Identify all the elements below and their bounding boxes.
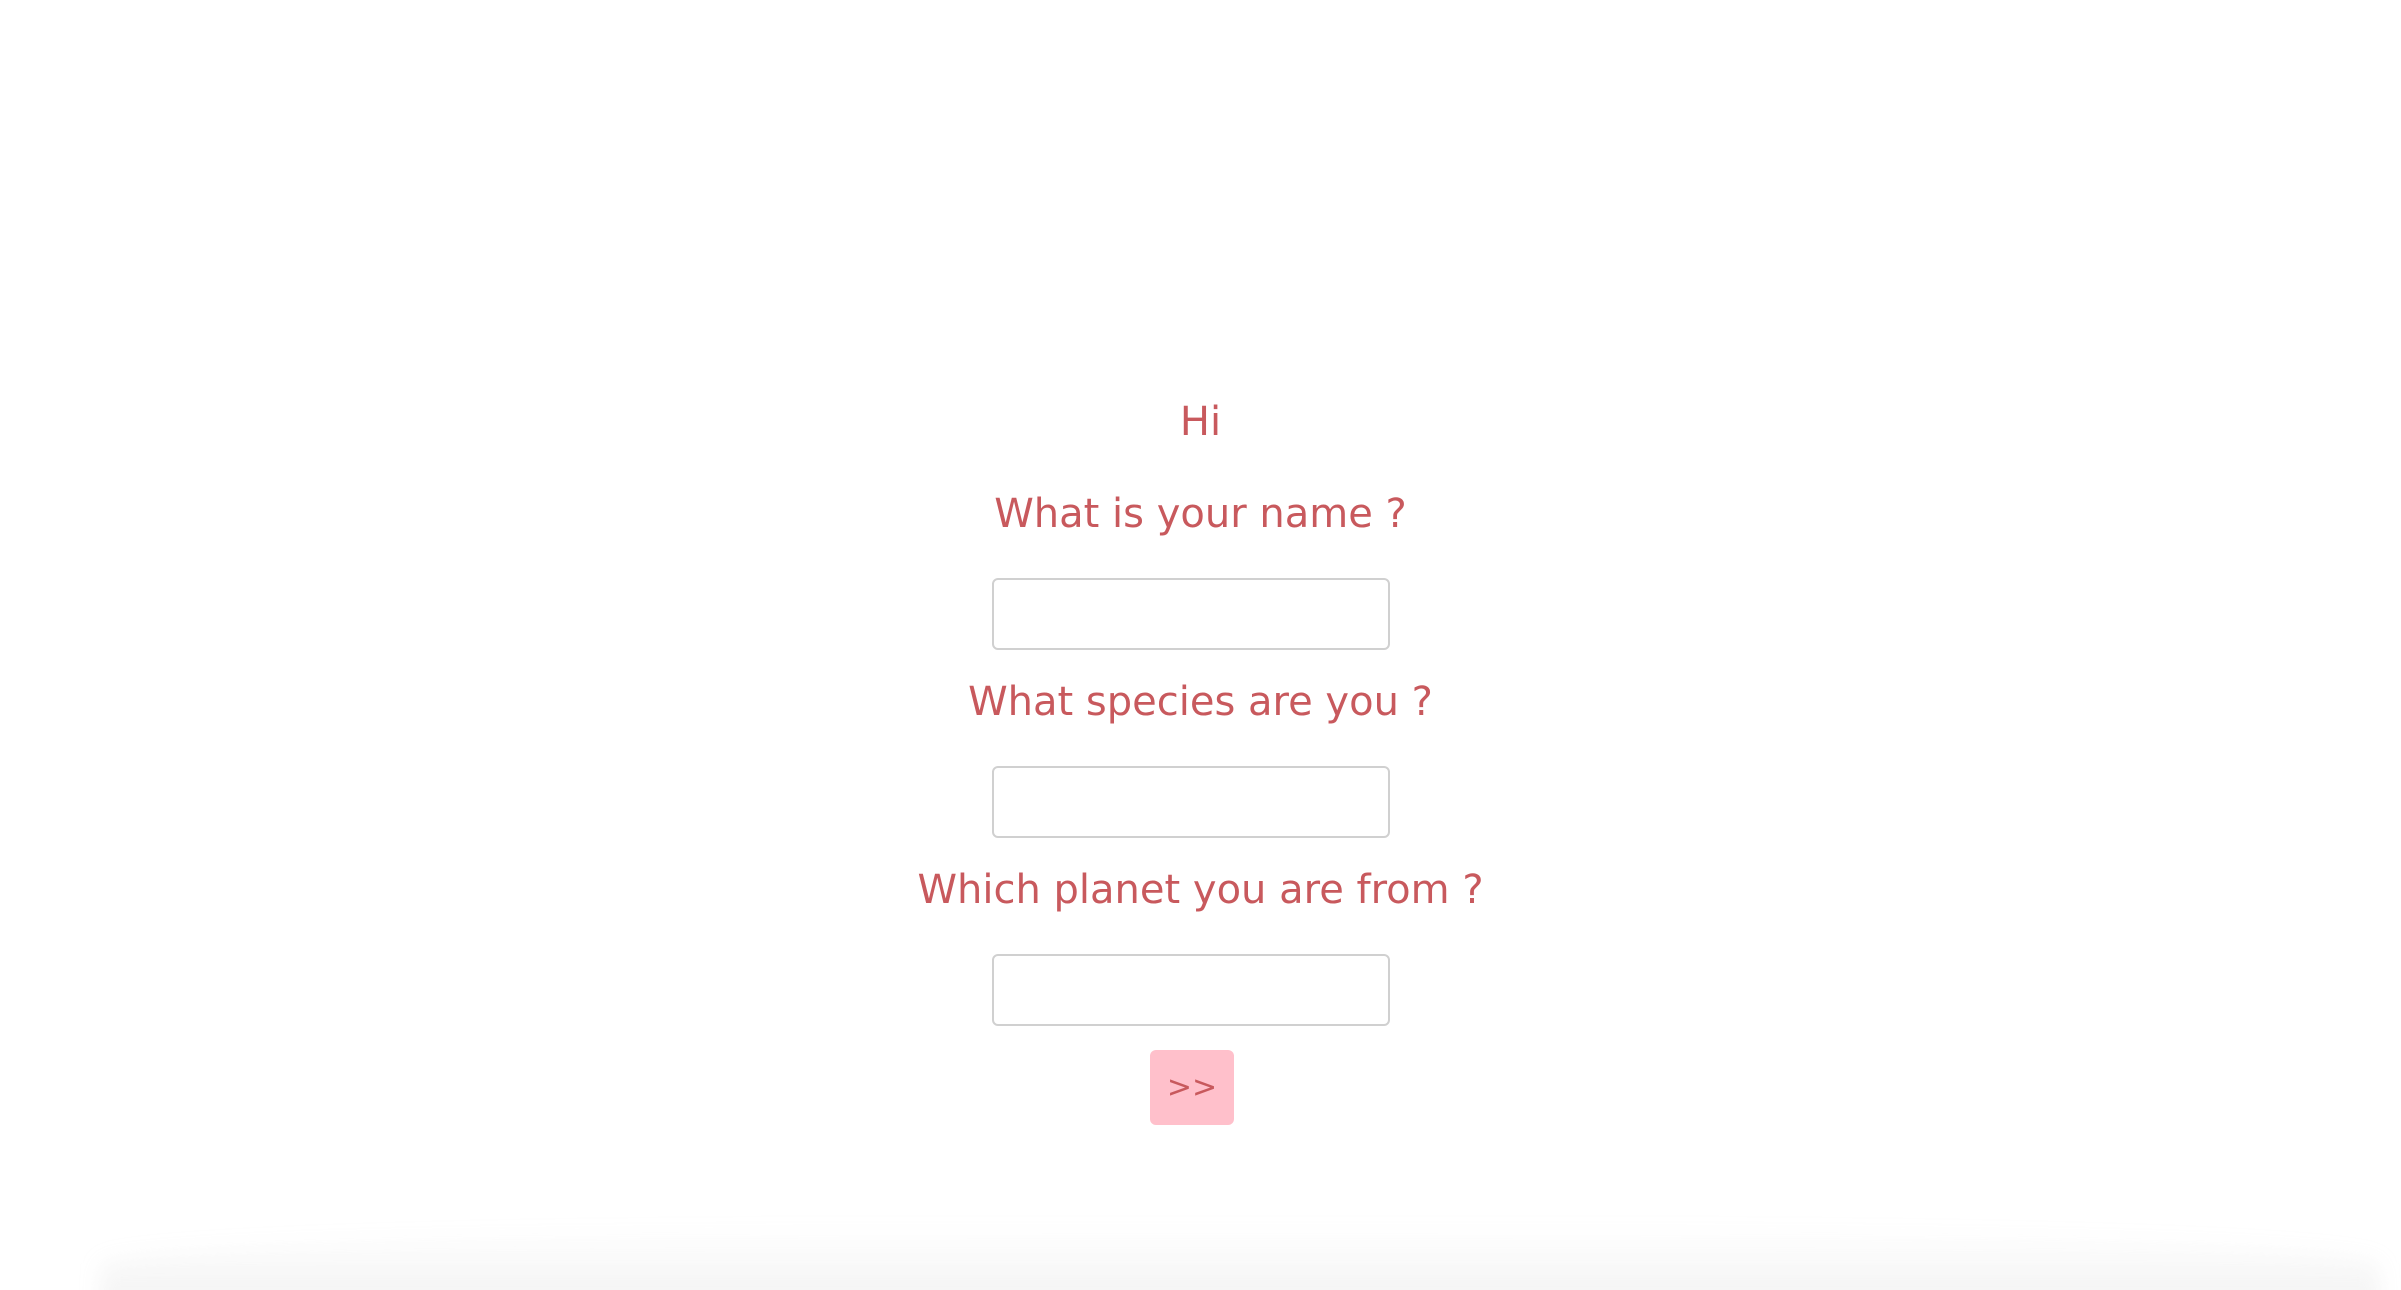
- bottom-shadow: [100, 1225, 2380, 1290]
- species-input[interactable]: [992, 766, 1390, 838]
- page: Hi What is your name ? What species are …: [0, 0, 2401, 1290]
- next-button[interactable]: >>: [1150, 1050, 1234, 1125]
- name-question-label: What is your name ?: [994, 491, 1407, 537]
- species-question-label: What species are you ?: [968, 679, 1433, 725]
- name-input[interactable]: [992, 578, 1390, 650]
- greeting-heading: Hi: [1179, 399, 1222, 445]
- planet-question-label: Which planet you are from ?: [917, 867, 1484, 913]
- planet-input[interactable]: [992, 954, 1390, 1026]
